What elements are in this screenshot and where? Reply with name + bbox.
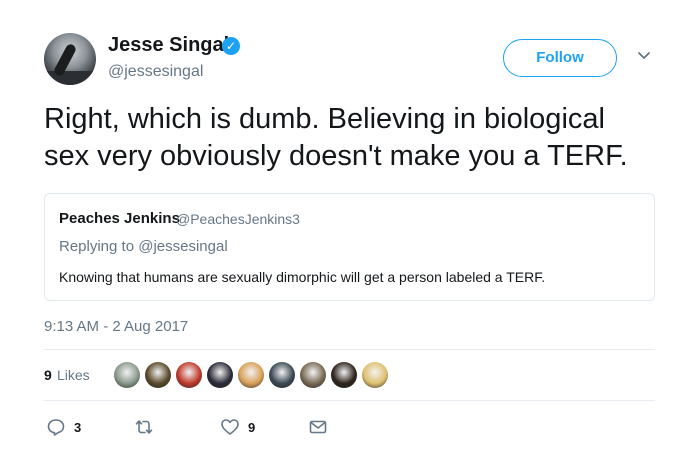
liker-avatar[interactable] [300,362,326,388]
tweet-text-line: Right, which is dumb. Believing in biolo… [44,103,605,135]
likes-label[interactable]: Likes [57,367,90,383]
reply-icon [47,419,65,436]
author-avatar[interactable] [44,33,96,85]
quoted-replying-to: Replying to @jessesingal [59,238,228,255]
reply-count: 3 [74,419,82,435]
liker-avatar[interactable] [176,362,202,388]
tweet-timestamp[interactable]: 9:13 AM - 2 Aug 2017 [44,318,188,335]
reply-action[interactable]: 3 [46,416,81,438]
divider [44,400,655,401]
follow-button[interactable]: Follow [503,39,617,77]
divider [44,349,655,350]
heart-icon [221,419,239,435]
verified-badge-icon: ✓ [222,37,240,55]
like-action[interactable]: 9 [220,416,255,438]
tweet-text-line: sex very obviously doesn't make you a TE… [44,140,628,172]
message-action[interactable] [308,416,328,438]
quoted-author-name: Peaches Jenkins [59,210,180,227]
envelope-icon [309,420,327,434]
liker-avatar[interactable] [145,362,171,388]
quoted-text: Knowing that humans are sexually dimorph… [59,269,546,285]
likes-count[interactable]: 9 [44,367,52,383]
retweet-icon [135,420,153,434]
liker-avatar[interactable] [114,362,140,388]
liker-avatar[interactable] [362,362,388,388]
retweet-action[interactable] [134,416,162,438]
author-display-name[interactable]: Jesse Singal [108,34,229,57]
liker-avatar[interactable] [269,362,295,388]
liker-avatar[interactable] [331,362,357,388]
like-count: 9 [248,419,256,435]
tweet-text: Right, which is dumb. Believing in biolo… [44,101,664,175]
quoted-author-handle: @PeachesJenkins3 [176,211,300,227]
chevron-down-icon[interactable] [637,49,651,63]
liker-avatar[interactable] [238,362,264,388]
quoted-tweet[interactable]: Peaches Jenkins @PeachesJenkins3 Replyin… [44,193,655,301]
author-handle[interactable]: @jessesingal [108,63,203,81]
liker-avatar[interactable] [207,362,233,388]
